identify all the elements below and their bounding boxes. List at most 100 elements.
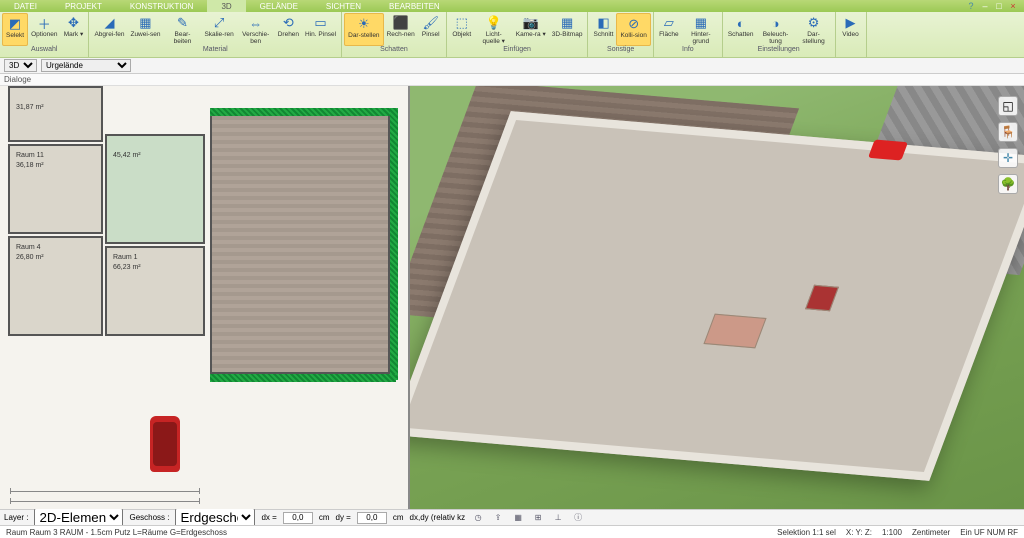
help-icon[interactable]: ?	[966, 1, 976, 11]
chair-icon[interactable]: 🪑	[998, 122, 1018, 142]
hedge-right	[390, 108, 398, 380]
status-bar: Raum Raum 3 RAUM - 1.5cm Putz L=Räume G=…	[0, 525, 1024, 538]
ribbon-icon: ◐	[732, 14, 750, 32]
maximize-icon[interactable]: □	[994, 1, 1004, 11]
ribbon-button[interactable]: ⊘Kolli-sion	[616, 13, 650, 46]
dy-label: dy =	[336, 513, 351, 522]
ribbon-icon: 📷	[522, 14, 540, 32]
room-area: 66,23 m²	[113, 264, 141, 271]
room-area: 45,42 m²	[113, 152, 141, 159]
view-mode-select[interactable]: 3D	[4, 59, 37, 72]
menu-tab-konstruktion[interactable]: KONSTRUKTION	[116, 0, 208, 12]
ribbon-icon: ☀	[355, 15, 373, 33]
ribbon-icon: ▶	[842, 14, 860, 32]
room[interactable]: 45,42 m²	[105, 134, 205, 244]
menu-tab-gelaende[interactable]: GELÄNDE	[246, 0, 312, 12]
ribbon-icon: ◧	[594, 14, 612, 32]
room[interactable]: Raum 166,23 m²	[105, 246, 205, 336]
menu-tab-bearbeiten[interactable]: BEARBEITEN	[375, 0, 454, 12]
minimize-icon[interactable]: –	[980, 1, 990, 11]
ribbon-icon: ▦	[558, 14, 576, 32]
grid-icon[interactable]: ▦	[511, 511, 525, 525]
status-selection: Selektion 1:1 sel	[777, 528, 836, 537]
ribbon-icon: ✎	[173, 14, 191, 32]
ribbon-label: Hinter-grund	[685, 32, 717, 45]
ribbon-button[interactable]: ⬚Objekt	[449, 13, 475, 46]
floor-plan: Raum 166,23 m²Raum 426,80 m² 45,42 m² Raum…	[0, 86, 408, 509]
ribbon-label: 3D-Bitmap	[552, 32, 583, 39]
ribbon-button[interactable]: ⇔Verschie-ben	[237, 13, 275, 46]
ribbon-group-label: Auswahl	[2, 46, 86, 56]
ribbon-label: Beleuch-tung	[760, 32, 792, 45]
layer-label: Layer :	[4, 513, 28, 522]
ribbon-label: Bear-beiten	[166, 32, 198, 45]
ribbon-button[interactable]: ▱Fläche	[656, 13, 682, 46]
ribbon-group: ▶Video	[836, 12, 867, 57]
room[interactable]: 31,87 m²	[8, 86, 103, 142]
ribbon-icon: ＋	[35, 14, 53, 32]
ribbon-button[interactable]: ☀Dar-stellen	[344, 13, 383, 46]
ribbon-label: Pinsel	[422, 32, 440, 39]
mode-toolbar: 3D Urgelände	[0, 58, 1024, 74]
ribbon-button[interactable]: 💡Licht-quelle ▾	[475, 13, 513, 46]
dx-input[interactable]	[283, 512, 313, 524]
menu-tab-sichten[interactable]: SICHTEN	[312, 0, 375, 12]
dimension-line	[10, 501, 200, 502]
ribbon-button[interactable]: 🖌Pinsel	[418, 13, 444, 46]
dy-input[interactable]	[357, 512, 387, 524]
ribbon-button[interactable]: ▦3D-Bitmap	[549, 13, 586, 46]
menu-tab-projekt[interactable]: PROJEKT	[51, 0, 116, 12]
ribbon-button[interactable]: ⚙Dar-stellung	[795, 13, 833, 46]
ribbon-icon: ▦	[136, 14, 154, 32]
workspace: Raum 166,23 m²Raum 426,80 m² 45,42 m² Raum…	[0, 86, 1024, 509]
menu-tab-3d[interactable]: 3D	[207, 0, 245, 12]
ribbon-button[interactable]: ◢Abgrei-fen	[91, 13, 127, 46]
ribbon-label: Hin. Pinsel	[305, 32, 336, 39]
ortho-icon[interactable]: ⊥	[551, 511, 565, 525]
ribbon-button[interactable]: ◩Selekt	[2, 13, 28, 46]
ribbon-button[interactable]: ▶Video	[838, 13, 864, 46]
house-slab-3d	[410, 111, 1024, 481]
ribbon-button[interactable]: ◧Schnitt	[590, 13, 616, 46]
room[interactable]: Raum 1136,18 m²	[8, 144, 103, 234]
clock-icon[interactable]: ◷	[471, 511, 485, 525]
view-side-toolbar: ◱ 🪑 ✛ 🌳	[998, 96, 1020, 194]
ribbon-button[interactable]: 📷Kame-ra ▾	[513, 13, 549, 46]
menu-tab-datei[interactable]: DATEI	[0, 0, 51, 12]
ribbon-button[interactable]: ⟲Drehen	[275, 13, 302, 46]
view-3d[interactable]: ◱ 🪑 ✛ 🌳	[410, 86, 1024, 509]
ribbon: ◩Selekt＋Optionen✥Mark ▾Auswahl ◢Abgrei-fe…	[0, 12, 1024, 58]
view-cube-icon[interactable]: ◱	[998, 96, 1018, 116]
terrace-area	[210, 114, 390, 374]
ribbon-button[interactable]: ✎Bear-beiten	[163, 13, 201, 46]
car-2d	[150, 416, 180, 472]
ribbon-button[interactable]: ▭Hin. Pinsel	[302, 13, 339, 46]
ribbon-button[interactable]: ⬛Rech-nen	[384, 13, 418, 46]
geschoss-label: Geschoss :	[129, 513, 169, 522]
ribbon-group: ⬚Objekt💡Licht-quelle ▾📷Kame-ra ▾▦3D-Bitm…	[447, 12, 589, 57]
ribbon-group: ▱Fläche▦Hinter-grundInfo	[654, 12, 723, 57]
ribbon-button[interactable]: ◐Schatten	[725, 13, 757, 46]
ribbon-label: Schatten	[728, 32, 754, 39]
ribbon-group-label: Info	[656, 46, 720, 56]
tool-select[interactable]: Urgelände	[41, 59, 131, 72]
ribbon-button[interactable]: ✥Mark ▾	[60, 13, 86, 46]
ribbon-button[interactable]: ◑Beleuch-tung	[757, 13, 795, 46]
ribbon-group-label: Einstellungen	[725, 46, 833, 56]
room-name: Raum 4	[16, 244, 41, 251]
ribbon-button[interactable]: ＋Optionen	[28, 13, 60, 46]
room[interactable]: Raum 426,80 m²	[8, 236, 103, 336]
car-3d	[868, 139, 908, 160]
snap-icon[interactable]: ⊞	[531, 511, 545, 525]
close-icon[interactable]: ×	[1008, 1, 1018, 11]
view-2d[interactable]: Raum 166,23 m²Raum 426,80 m² 45,42 m² Raum…	[0, 86, 410, 509]
tree-icon[interactable]: 🌳	[998, 174, 1018, 194]
ribbon-label: Drehen	[278, 32, 299, 39]
info-icon[interactable]: ⓘ	[571, 511, 585, 525]
ribbon-button[interactable]: ▦Hinter-grund	[682, 13, 720, 46]
axes-icon[interactable]: ✛	[998, 148, 1018, 168]
ribbon-button[interactable]: ⤢Skalie-ren	[201, 13, 236, 46]
ribbon-button[interactable]: ▦Zuwei-sen	[127, 13, 163, 46]
status-coords: X: Y: Z:	[846, 528, 872, 537]
navigate-icon[interactable]: ⇪	[491, 511, 505, 525]
